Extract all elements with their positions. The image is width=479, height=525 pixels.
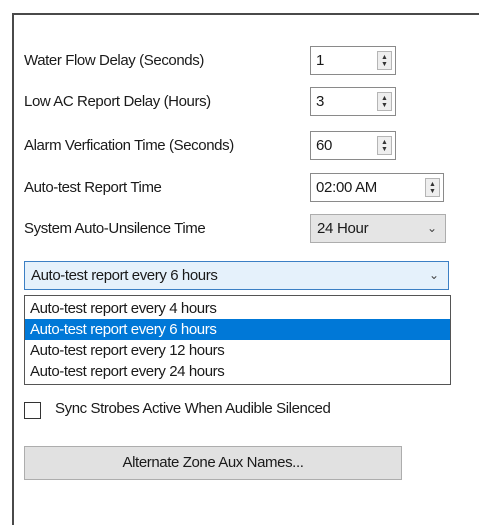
alternate-zone-aux-names-button[interactable]: Alternate Zone Aux Names... — [24, 446, 402, 480]
alarm-verification-time-value: 60 — [316, 137, 333, 154]
auto-test-report-time-field[interactable]: 02:00 AM ▲ ▼ — [310, 173, 444, 202]
report-interval-dropdown-list: Auto-test report every 4 hours Auto-test… — [24, 295, 451, 385]
auto-test-report-time-value: 02:00 AM — [316, 179, 377, 196]
alarm-verification-time-label: Alarm Verfication Time (Seconds) — [24, 137, 234, 154]
spin-updown-icon[interactable]: ▲ ▼ — [377, 51, 392, 70]
low-ac-report-delay-label: Low AC Report Delay (Hours) — [24, 93, 211, 110]
report-interval-option-24h[interactable]: Auto-test report every 24 hours — [25, 361, 450, 382]
water-flow-delay-label: Water Flow Delay (Seconds) — [24, 52, 204, 69]
spin-updown-icon[interactable]: ▲ ▼ — [425, 178, 440, 197]
low-ac-report-delay-value: 3 — [316, 93, 325, 110]
sync-strobes-label: Sync Strobes Active When Audible Silence… — [55, 400, 331, 417]
system-auto-unsilence-time-value: 24 Hour — [317, 220, 369, 237]
panel-border-left — [12, 13, 14, 525]
chevron-down-icon: ⌄ — [426, 221, 437, 235]
alarm-verification-time-field[interactable]: 60 ▲ ▼ — [310, 131, 396, 160]
report-interval-option-6h[interactable]: Auto-test report every 6 hours — [25, 319, 450, 340]
report-interval-option-12h[interactable]: Auto-test report every 12 hours — [25, 340, 450, 361]
low-ac-report-delay-field[interactable]: 3 ▲ ▼ — [310, 87, 396, 116]
system-auto-unsilence-time-label: System Auto-Unsilence Time — [24, 220, 206, 237]
spin-updown-icon[interactable]: ▲ ▼ — [377, 92, 392, 111]
report-interval-select[interactable]: Auto-test report every 6 hours ⌄ — [24, 261, 449, 290]
chevron-down-icon: ⌄ — [428, 268, 439, 282]
water-flow-delay-field[interactable]: 1 ▲ ▼ — [310, 46, 396, 75]
report-interval-option-4h[interactable]: Auto-test report every 4 hours — [25, 298, 450, 319]
auto-test-report-time-label: Auto-test Report Time — [24, 179, 162, 196]
sync-strobes-checkbox[interactable] — [24, 402, 41, 419]
panel-border-top — [12, 13, 479, 15]
water-flow-delay-value: 1 — [316, 52, 325, 69]
system-auto-unsilence-time-select[interactable]: 24 Hour ⌄ — [310, 214, 446, 243]
report-interval-selected-value: Auto-test report every 6 hours — [31, 267, 218, 284]
spin-updown-icon[interactable]: ▲ ▼ — [377, 136, 392, 155]
